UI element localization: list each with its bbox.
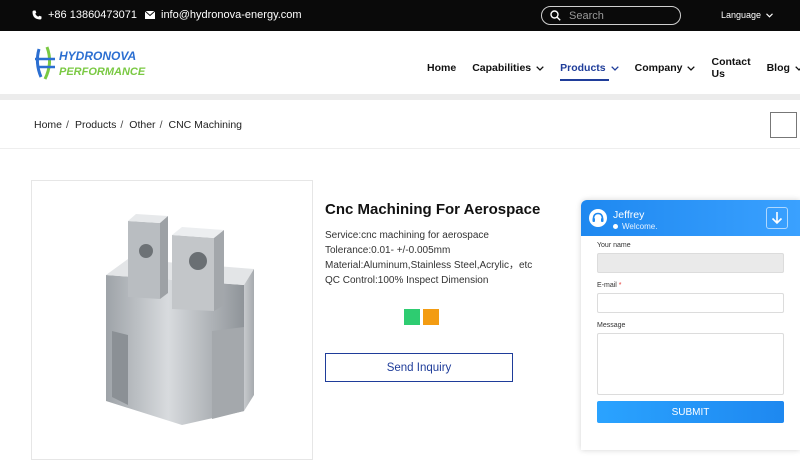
minimize-chat-button[interactable] [766, 207, 788, 229]
agent-name: Jeffrey [613, 209, 645, 221]
language-selector[interactable]: Language [721, 10, 773, 20]
name-label-text: Your name [597, 242, 631, 249]
green-share-icon[interactable] [404, 309, 420, 325]
product-specs: Service:cnc machining for aerospace Tole… [325, 228, 532, 288]
mail-icon [145, 11, 155, 19]
brand-logo[interactable]: HYDRONOVA PERFORMANCE [33, 43, 155, 83]
search-input[interactable] [569, 9, 669, 22]
breadcrumb-separator: / [120, 119, 124, 131]
orange-share-icon[interactable] [423, 309, 439, 325]
message-label-text: Message [597, 322, 626, 329]
chevron-down-icon [766, 12, 773, 18]
language-label: Language [721, 10, 762, 20]
headset-icon [592, 212, 604, 222]
agent-status: Welcome. [613, 222, 657, 231]
spec-tolerance: Tolerance:0.01- +/-0.005mm [325, 245, 451, 256]
breadcrumb-products[interactable]: Products [75, 119, 116, 131]
product-image [106, 214, 254, 425]
search-icon[interactable] [550, 10, 561, 21]
online-dot [613, 224, 618, 229]
arrow-down-icon [771, 212, 783, 225]
agent-avatar [589, 209, 607, 227]
breadcrumb-separator: / [159, 119, 163, 131]
nav-capabilities-label: Capabilities [472, 62, 532, 74]
status-text: Welcome. [622, 222, 658, 231]
nav-products-label: Products [560, 62, 606, 74]
chevron-down-icon [610, 65, 619, 71]
message-label: Message [597, 322, 784, 329]
phone-contact[interactable]: +86 13860473071 [32, 9, 137, 21]
chat-widget: Jeffrey Welcome. Your name E-mail * Mess… [581, 200, 800, 450]
nav-products[interactable]: Products [560, 62, 619, 81]
breadcrumb-current: CNC Machining [168, 119, 243, 131]
share-swatches [404, 309, 439, 325]
qr-code-icon[interactable] [770, 112, 797, 138]
search-box[interactable] [541, 6, 681, 25]
breadcrumb-other[interactable]: Other [129, 119, 155, 131]
email-field[interactable] [597, 293, 784, 313]
product-title: Cnc Machining For Aerospace [325, 201, 541, 218]
chat-header: Jeffrey Welcome. [581, 200, 800, 236]
phone-icon [32, 10, 42, 20]
email-label-text: E-mail [597, 282, 617, 289]
breadcrumb-home[interactable]: Home [34, 119, 62, 131]
submit-button[interactable]: SUBMIT [597, 401, 784, 423]
product-image-frame[interactable] [31, 180, 313, 460]
email-address: info@hydronova-energy.com [161, 9, 302, 21]
send-inquiry-button[interactable]: Send Inquiry [325, 353, 513, 382]
email-contact[interactable]: info@hydronova-energy.com [145, 9, 302, 21]
spec-material: Material:Aluminum,Stainless Steel,Acryli… [325, 260, 533, 271]
name-field[interactable] [597, 253, 784, 273]
logo-text-bottom: PERFORMANCE [59, 66, 146, 78]
nav-company[interactable]: Company [635, 62, 696, 74]
phone-number: +86 13860473071 [48, 9, 138, 21]
section-divider [0, 148, 800, 149]
chat-form: Your name E-mail * Message SUBMIT [597, 242, 784, 423]
name-label: Your name [597, 242, 784, 249]
breadcrumb: Home / Products / Other / CNC Machining [34, 119, 242, 131]
email-label: E-mail * [597, 282, 784, 289]
nav-company-label: Company [634, 62, 683, 74]
nav-home-label: Home [427, 62, 457, 74]
chevron-down-icon [795, 65, 800, 71]
header-divider-band [0, 94, 800, 100]
nav-contact-us[interactable]: Contact Us [711, 56, 750, 80]
chevron-down-icon [687, 65, 696, 71]
logo-mark: HYDRONOVA PERFORMANCE [35, 46, 146, 80]
breadcrumb-separator: / [66, 119, 69, 131]
chevron-down-icon [536, 65, 544, 71]
nav-contact-us-label: Contact Us [711, 56, 751, 80]
message-field[interactable] [597, 333, 784, 395]
required-marker: * [618, 282, 622, 289]
nav-blog[interactable]: Blog [767, 62, 800, 74]
top-bar: +86 13860473071 info@hydronova-energy.co… [0, 0, 800, 31]
nav-home[interactable]: Home [427, 62, 456, 74]
spec-qc: QC Control:100% Inspect Dimension [325, 275, 489, 286]
logo-text-top: HYDRONOVA [59, 49, 136, 63]
main-nav: Home Capabilities Products Company Conta… [427, 56, 800, 81]
nav-capabilities[interactable]: Capabilities [472, 62, 544, 74]
site-header: HYDRONOVA PERFORMANCE Home Capabilities … [0, 31, 800, 94]
nav-blog-label: Blog [766, 62, 790, 74]
spec-service: Service:cnc machining for aerospace [325, 230, 489, 241]
